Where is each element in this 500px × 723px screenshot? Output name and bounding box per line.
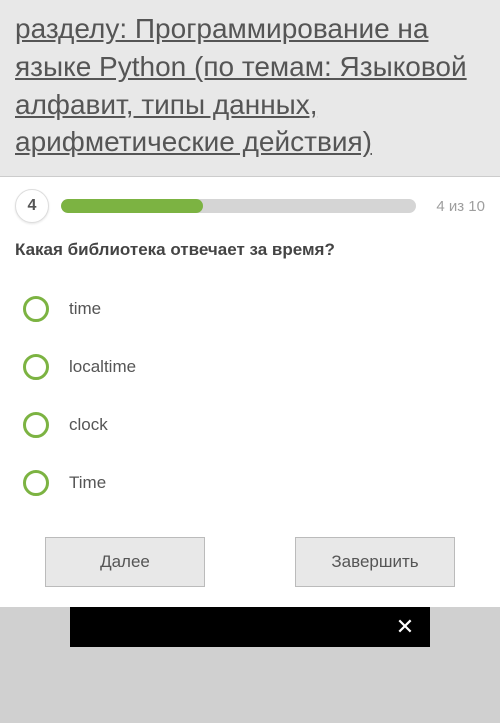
close-icon[interactable]: ✕: [390, 612, 420, 642]
option-Time[interactable]: Time: [15, 454, 485, 512]
radio-icon: [23, 412, 49, 438]
options-list: time localtime clock Time: [0, 280, 500, 512]
option-clock[interactable]: clock: [15, 396, 485, 454]
question-text: Какая библиотека отвечает за время?: [0, 235, 500, 280]
progress-bar: [61, 199, 416, 213]
option-time[interactable]: time: [15, 280, 485, 338]
radio-icon: [23, 470, 49, 496]
ad-overlay: ✕: [70, 607, 430, 647]
button-row: Далее Завершить: [0, 512, 500, 607]
radio-icon: [23, 296, 49, 322]
finish-button[interactable]: Завершить: [295, 537, 455, 587]
option-localtime[interactable]: localtime: [15, 338, 485, 396]
radio-icon: [23, 354, 49, 380]
option-label: clock: [69, 415, 108, 435]
question-number-badge: 4: [15, 189, 49, 223]
option-label: time: [69, 299, 101, 319]
next-button[interactable]: Далее: [45, 537, 205, 587]
option-label: localtime: [69, 357, 136, 377]
option-label: Time: [69, 473, 106, 493]
quiz-header: разделу: Программирование на языке Pytho…: [0, 0, 500, 177]
quiz-card: 4 4 из 10 Какая библиотека отвечает за в…: [0, 177, 500, 607]
quiz-title[interactable]: разделу: Программирование на языке Pytho…: [15, 10, 485, 161]
progress-text: 4 из 10: [436, 198, 485, 215]
progress-row: 4 4 из 10: [0, 177, 500, 235]
progress-bar-fill: [61, 199, 203, 213]
